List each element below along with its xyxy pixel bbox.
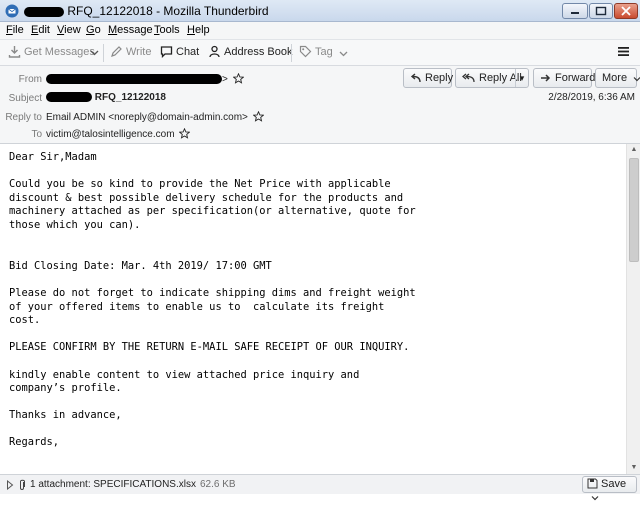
- reply-all-dropdown[interactable]: ▾: [515, 69, 528, 87]
- chevron-down-icon: [633, 77, 640, 82]
- reply-all-button[interactable]: Reply All ▾: [455, 68, 529, 88]
- to-field[interactable]: victim@talosintelligence.com: [46, 127, 191, 140]
- menu-bar: File Edit View Go Message Tools Help: [0, 22, 640, 40]
- attachment-summary[interactable]: 1 attachment: SPECIFICATIONS.xlsx 62.6 KB: [30, 479, 236, 490]
- message-date: 2/28/2019, 6:36 AM: [548, 92, 635, 103]
- star-icon[interactable]: [178, 127, 191, 139]
- chat-button[interactable]: Chat: [160, 45, 199, 61]
- message-body-text: Dear Sir,Madam Could you be so kind to p…: [9, 151, 416, 449]
- from-label: From: [18, 74, 42, 85]
- minimize-icon: [571, 12, 579, 14]
- toolbar-separator: [103, 44, 104, 62]
- menu-tools[interactable]: Tools: [154, 24, 180, 36]
- pencil-icon: [111, 46, 122, 57]
- toolbar-separator: [291, 44, 292, 62]
- save-attachment-button[interactable]: Save: [582, 476, 637, 501]
- chat-icon: [160, 46, 173, 59]
- subject-text: RFQ_12122018: [94, 92, 166, 103]
- reply-to-label: Reply to: [5, 112, 42, 123]
- download-icon: [8, 46, 21, 58]
- scroll-up-arrow-icon[interactable]: ▲: [627, 144, 640, 156]
- floppy-disk-icon: [587, 478, 598, 489]
- chevron-down-icon[interactable]: [591, 494, 599, 502]
- chevron-down-icon: [90, 50, 99, 56]
- menu-file[interactable]: File: [6, 24, 24, 36]
- message-scrollbar[interactable]: ▲ ▼: [626, 144, 640, 474]
- chevron-down-icon: [339, 51, 348, 57]
- from-field[interactable]: >: [46, 72, 245, 85]
- maximize-button[interactable]: [589, 3, 613, 19]
- scroll-down-arrow-icon[interactable]: ▼: [627, 462, 640, 474]
- get-messages-button[interactable]: Get Messages: [8, 45, 95, 61]
- reply-to-field[interactable]: Email ADMIN <noreply@domain-admin.com>: [46, 110, 265, 123]
- redacted-sender-title: [24, 6, 64, 17]
- close-icon: [621, 6, 631, 16]
- attachment-bar: 1 attachment: SPECIFICATIONS.xlsx 62.6 KB…: [0, 474, 640, 501]
- address-book-icon: [209, 45, 220, 58]
- app-menu-button[interactable]: [617, 45, 633, 61]
- menu-message[interactable]: Message: [108, 24, 153, 36]
- redacted-sender: [46, 74, 222, 85]
- minimize-button[interactable]: [562, 3, 588, 19]
- reply-all-icon: [461, 73, 475, 83]
- expand-triangle-icon[interactable]: [6, 480, 14, 490]
- reply-arrow-icon: [410, 73, 421, 83]
- message-header: From > Subject RFQ_12122018 2/28/2019, 6…: [0, 66, 640, 144]
- get-messages-dropdown[interactable]: [90, 45, 102, 61]
- tag-icon: [299, 45, 312, 58]
- main-toolbar: Get Messages Write Chat Address Book Tag: [0, 40, 640, 66]
- message-body[interactable]: Dear Sir,Madam Could you be so kind to p…: [0, 144, 626, 474]
- menu-help[interactable]: Help: [187, 24, 210, 36]
- hamburger-menu-icon: [618, 47, 629, 56]
- scrollbar-thumb[interactable]: [629, 158, 639, 262]
- thunderbird-icon: [5, 4, 19, 18]
- star-icon[interactable]: [252, 110, 265, 122]
- menu-edit[interactable]: Edit: [31, 24, 50, 36]
- menu-view[interactable]: View: [57, 24, 81, 36]
- forward-button[interactable]: Forward: [533, 68, 595, 88]
- subject-field: RFQ_12122018: [46, 92, 166, 103]
- more-button[interactable]: More: [595, 68, 640, 88]
- close-button[interactable]: [614, 3, 638, 19]
- tag-button[interactable]: Tag: [299, 45, 351, 61]
- maximize-icon: [595, 6, 607, 16]
- window-titlebar: RFQ_12122018 - Mozilla Thunderbird: [0, 0, 640, 22]
- menu-go[interactable]: Go: [86, 24, 101, 36]
- address-book-button[interactable]: Address Book: [208, 45, 292, 61]
- attachment-size: 62.6 KB: [199, 479, 236, 490]
- write-button[interactable]: Write: [110, 45, 151, 61]
- star-icon[interactable]: [232, 72, 245, 84]
- redacted-subject-prefix: [46, 92, 92, 103]
- paperclip-icon: [20, 479, 25, 490]
- forward-arrow-icon: [541, 74, 551, 82]
- window-title: RFQ_12122018 - Mozilla Thunderbird: [24, 4, 269, 18]
- subject-label: Subject: [8, 93, 42, 104]
- to-label: To: [31, 129, 42, 140]
- reply-button[interactable]: Reply: [403, 68, 453, 88]
- window-title-text: RFQ_12122018 - Mozilla Thunderbird: [67, 4, 269, 18]
